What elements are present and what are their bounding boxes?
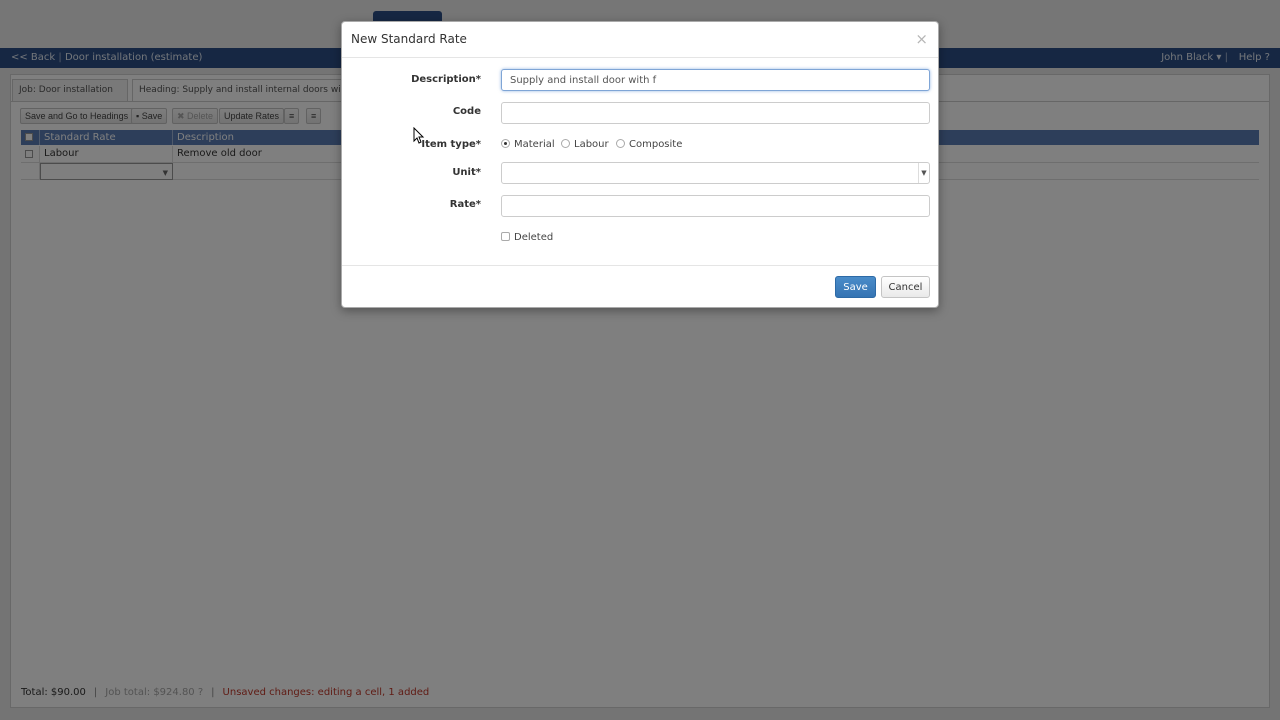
cancel-button[interactable]: Cancel [881, 276, 930, 298]
unit-select[interactable]: ▼ [501, 162, 930, 184]
mouse-cursor-icon [413, 127, 425, 144]
item-type-composite-label: Composite [629, 139, 683, 150]
radio-unchecked-icon [561, 139, 570, 148]
dialog-footer-divider [342, 265, 938, 266]
item-type-label: Item type* [421, 139, 481, 150]
radio-checked-icon [501, 139, 510, 148]
checkbox-unchecked-icon [501, 232, 510, 241]
item-type-labour-label: Labour [574, 139, 609, 150]
item-type-material-radio[interactable]: Material [501, 139, 555, 150]
close-icon[interactable]: × [915, 30, 928, 48]
description-input[interactable] [501, 69, 930, 91]
rate-input[interactable] [501, 195, 930, 217]
item-type-composite-radio[interactable]: Composite [616, 139, 682, 150]
unit-label: Unit* [452, 167, 481, 178]
item-type-labour-radio[interactable]: Labour [561, 139, 609, 150]
description-label: Description* [411, 74, 481, 85]
code-input[interactable] [501, 102, 930, 124]
rate-label: Rate* [449, 199, 481, 210]
deleted-label: Deleted [514, 232, 554, 243]
deleted-checkbox[interactable]: Deleted [501, 232, 553, 243]
dialog-header: New Standard Rate × [342, 22, 938, 58]
code-label: Code [452, 106, 481, 117]
dialog-title: New Standard Rate [351, 32, 467, 46]
save-button[interactable]: Save [835, 276, 876, 298]
radio-unchecked-icon [616, 139, 625, 148]
item-type-material-label: Material [514, 139, 555, 150]
chevron-down-icon: ▼ [918, 163, 929, 183]
new-standard-rate-dialog: New Standard Rate × Description* Code It… [341, 21, 939, 308]
